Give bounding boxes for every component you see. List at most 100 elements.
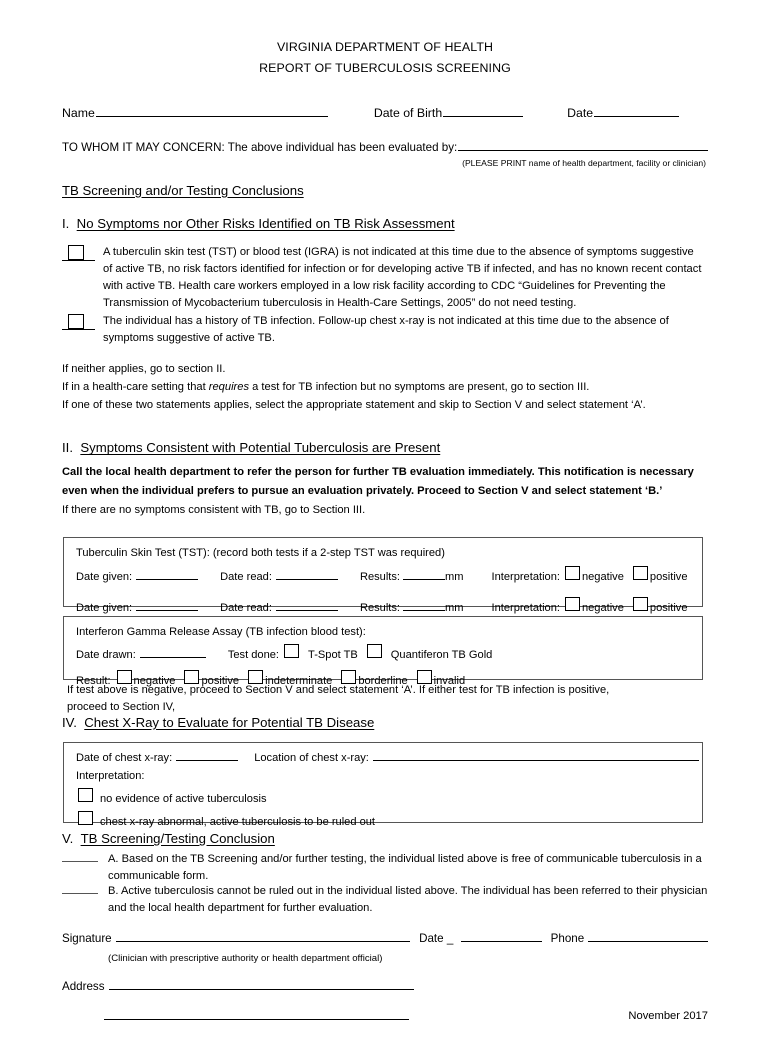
tst-row1-date-read-label: Date read:	[220, 571, 272, 584]
section-5-heading: V. TB Screening/Testing Conclusion	[0, 829, 275, 849]
igra-title: Interferon Gamma Release Assay (TB infec…	[76, 626, 366, 638]
statement-2-checkbox-rule	[62, 329, 95, 331]
document-page: VIRGINIA DEPARTMENT OF HEALTH REPORT OF …	[0, 38, 770, 1062]
signature-label: Signature	[62, 932, 112, 945]
tst-row2-date-given-label: Date given:	[76, 601, 133, 614]
tst-row2-date-read-label: Date read:	[220, 601, 272, 614]
checkbox-tst2-negative[interactable]	[564, 596, 580, 611]
chest-xray-option-1-row: no evidence of active tuberculosis	[76, 787, 702, 807]
checkbox-history-of-tb[interactable]	[68, 314, 84, 330]
section-2-heading: II. Symptoms Consistent with Potential T…	[0, 438, 770, 458]
revision-stamp: November 2017	[628, 1010, 708, 1022]
chest-xray-location-label: Location of chest x-ray:	[254, 752, 369, 764]
tst-box: Tuberculin Skin Test (TST): (record both…	[63, 537, 703, 614]
please-print-hint: (PLEASE PRINT name of health department,…	[462, 158, 706, 169]
chest-xray-location-input[interactable]	[372, 750, 699, 761]
identity-row: Name Date of Birth Date	[0, 104, 770, 122]
tst-row2-date-read-input[interactable]	[275, 600, 338, 611]
igra-quantiferon-label: Quantiferon TB Gold	[390, 649, 493, 662]
section-3-note: If test above is negative, proceed to Se…	[67, 684, 610, 713]
section-1-statement-1-row: A tuberculin skin test (TST) or blood te…	[0, 244, 770, 312]
signature-note: (Clinician with prescriptive authority o…	[108, 953, 383, 964]
tst-row-2: Date given: Date read: Results: mm Inter…	[76, 596, 702, 616]
section-1-statement-2: The individual has a history of TB infec…	[103, 315, 669, 345]
section-2-title: Symptoms Consistent with Potential Tuber…	[80, 440, 441, 456]
igra-date-drawn-label: Date drawn:	[76, 649, 136, 662]
tst-row1-date-read-input[interactable]	[275, 569, 338, 581]
name-input[interactable]	[95, 105, 328, 117]
section-1-note-2: If in a health-care setting that require…	[62, 381, 590, 394]
tst-row2-positive-label: positive	[649, 601, 688, 614]
signature-input[interactable]	[115, 930, 411, 942]
tst-row1-unit: mm	[445, 571, 464, 584]
tst-row1-interpretation-label: Interpretation:	[491, 571, 560, 584]
checkbox-xray-abnormal[interactable]	[78, 811, 93, 826]
section-5-option-b-row: B. Active tuberculosis cannot be ruled o…	[0, 883, 770, 917]
checkbox-tst2-positive[interactable]	[632, 596, 648, 611]
section-2-bold-text: Call the local health department to refe…	[62, 465, 694, 498]
footer-phone-label: Phone	[550, 932, 585, 945]
page-subtitle: REPORT OF TUBERCULOSIS SCREENING	[259, 61, 511, 76]
igra-tspot-label: T-Spot TB	[308, 649, 358, 662]
name-label: Name	[62, 105, 95, 120]
tst-row1-results-input[interactable]	[403, 569, 446, 581]
section-1-note-3: If one of these two statements applies, …	[62, 399, 646, 412]
checkbox-tspot-tb[interactable]	[284, 644, 300, 659]
chest-xray-interpretation-label: Interpretation:	[76, 770, 145, 783]
checkbox-tst1-negative[interactable]	[564, 566, 580, 581]
tst-title-line: Tuberculin Skin Test (TST): (record both…	[76, 545, 702, 561]
igra-date-drawn-input[interactable]	[139, 647, 206, 659]
tst-row1-negative-label: negative	[581, 571, 624, 584]
address-input-line-1[interactable]	[108, 978, 414, 990]
tst-row2-negative-label: negative	[581, 601, 624, 614]
section-1-statement-1: A tuberculin skin test (TST) or blood te…	[103, 245, 702, 310]
tst-row1-date-given-input[interactable]	[136, 569, 199, 581]
tst-row1-positive-label: positive	[649, 571, 688, 584]
dob-label: Date of Birth	[373, 105, 443, 120]
date-input[interactable]	[594, 105, 680, 117]
section-1-statement-2-row: The individual has a history of TB infec…	[0, 313, 770, 347]
conclusions-title: TB Screening and/or Testing Conclusions	[62, 182, 304, 198]
page-title: VIRGINIA DEPARTMENT OF HEALTH	[276, 40, 494, 54]
dob-input[interactable]	[443, 105, 524, 117]
date-label: Date	[567, 105, 594, 120]
address-label: Address	[62, 980, 105, 993]
section-2-number: II.	[62, 440, 73, 456]
section-1-title: No Symptoms nor Other Risks Identified o…	[76, 216, 455, 232]
footer-date-input[interactable]	[461, 930, 542, 942]
chest-xray-date-label: Date of chest x-ray:	[76, 752, 173, 764]
checkbox-no-test-indicated[interactable]	[68, 244, 84, 260]
tst-row2-date-given-input[interactable]	[136, 600, 199, 611]
section-2-plain-text: If there are no symptoms consistent with…	[62, 504, 366, 517]
section-5-option-a-blank[interactable]	[62, 861, 98, 862]
checkbox-quantiferon-tb-gold[interactable]	[366, 644, 382, 659]
footer-date-label: Date _	[419, 932, 454, 945]
tst-row2-results-input[interactable]	[403, 600, 446, 611]
section-5-title: TB Screening/Testing Conclusion	[80, 831, 275, 846]
section-1-notes: If neither applies, go to section II. If…	[0, 360, 770, 414]
tst-row2-results-label: Results:	[359, 601, 401, 614]
checkbox-no-evidence-active-tb[interactable]	[78, 787, 93, 802]
section-5-number: V.	[62, 831, 74, 846]
section-5-option-b-blank[interactable]	[62, 893, 98, 894]
section-5-option-a-label: A. Based on the TB Screening and/or furt…	[108, 853, 702, 883]
tst-row2-interpretation-label: Interpretation:	[491, 601, 560, 614]
footer-phone-input[interactable]	[588, 930, 708, 942]
statement-1-checkbox-rule	[62, 259, 95, 261]
section-1-note-1: If neither applies, go to section II.	[62, 363, 226, 376]
section-1-heading: I. No Symptoms nor Other Risks Identifie…	[0, 214, 770, 234]
igra-test-done-label: Test done:	[227, 649, 280, 662]
tst-row-1: Date given: Date read: Results: mm Inter…	[76, 566, 702, 585]
chest-xray-date-input[interactable]	[176, 750, 239, 761]
tst-row2-unit: mm	[445, 601, 464, 614]
checkbox-tst1-positive[interactable]	[632, 566, 648, 581]
tst-row1-date-given-label: Date given:	[76, 571, 133, 584]
chest-xray-date-row: Date of chest x-ray: Location of chest x…	[76, 750, 702, 766]
section-4-title: Chest X-Ray to Evaluate for Potential TB…	[84, 715, 375, 730]
igra-title-line: Interferon Gamma Release Assay (TB infec…	[76, 624, 702, 640]
evaluated-by-input[interactable]	[458, 139, 708, 151]
section-1-number: I.	[62, 216, 70, 232]
chest-xray-option-1-label: no evidence of active tuberculosis	[100, 792, 267, 805]
to-whom-row: TO WHOM IT MAY CONCERN: The above indivi…	[0, 139, 770, 156]
chest-xray-option-2-row: chest x-ray abnormal, active tuberculosi…	[76, 811, 702, 830]
